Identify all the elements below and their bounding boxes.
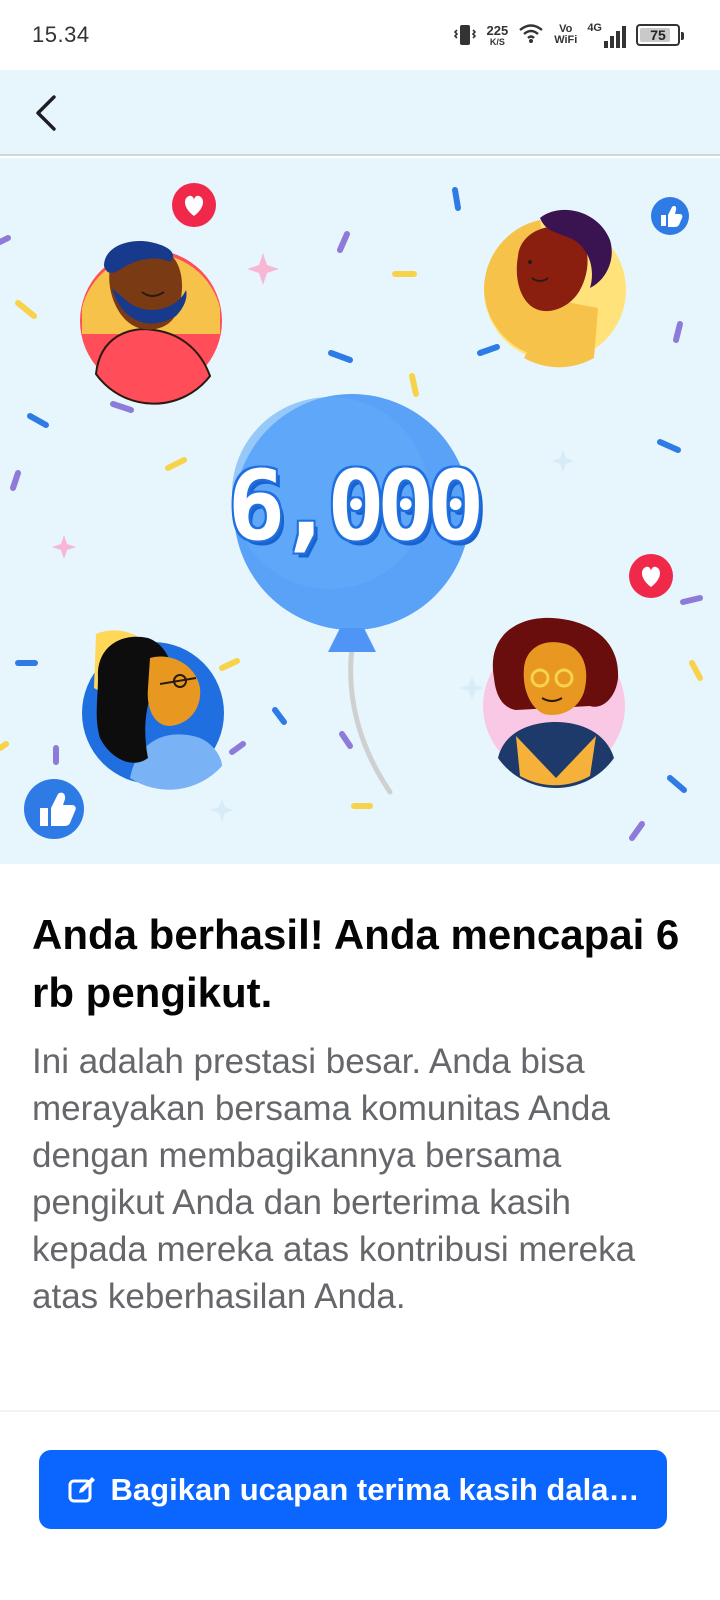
network-speed-value: 225: [486, 22, 509, 38]
status-bar: 15.34 225 K/S Vo WiFi 4G 75: [0, 0, 720, 70]
vowifi-bottom: WiFi: [554, 34, 578, 46]
heart-icon: [629, 554, 673, 598]
like-thumb-icon: [651, 197, 689, 235]
battery-icon: 75: [636, 24, 684, 46]
network-type: 4G: [587, 22, 602, 34]
network-speed: 225 K/S: [486, 24, 508, 47]
celebration-illustration: 6,000: [0, 158, 720, 864]
heart-icon: [172, 183, 216, 227]
avatar-illustration: [82, 630, 224, 790]
milestone-message: Anda berhasil! Anda mencapai 6 rb pengik…: [32, 906, 692, 1320]
chevron-left-icon: [36, 95, 56, 131]
signal-bar: [604, 41, 608, 48]
signal-bar: [610, 36, 614, 48]
milestone-number: 6,000: [227, 450, 485, 562]
share-thanks-label: Bagikan ucapan terima kasih dala…: [110, 1471, 640, 1507]
milestone-headline: Anda berhasil! Anda mencapai 6 rb pengik…: [32, 911, 680, 1016]
wifi-icon: [518, 22, 544, 49]
share-thanks-button[interactable]: Bagikan ucapan terima kasih dala…: [39, 1450, 667, 1529]
vibrate-icon: [454, 22, 477, 48]
avatar-illustration: [483, 209, 626, 368]
avatar-illustration: [80, 241, 222, 405]
status-icons: 225 K/S Vo WiFi 4G 75: [454, 18, 684, 52]
battery-level: 75: [650, 27, 666, 43]
edit-icon: [68, 1476, 95, 1502]
signal-icon: 4G: [587, 22, 626, 48]
vowifi-indicator: Vo WiFi: [554, 24, 577, 46]
top-navigation-bar: [0, 70, 720, 156]
divider: [0, 1410, 720, 1412]
back-button[interactable]: [20, 86, 74, 140]
milestone-description: Ini adalah prestasi besar. Anda bisa mer…: [32, 1042, 636, 1316]
signal-bar: [622, 26, 626, 48]
avatar-illustration: [483, 617, 625, 789]
network-speed-unit: K/S: [489, 36, 505, 47]
signal-bar: [616, 31, 620, 48]
status-time: 15.34: [32, 22, 90, 47]
like-thumb-icon: [24, 779, 84, 839]
